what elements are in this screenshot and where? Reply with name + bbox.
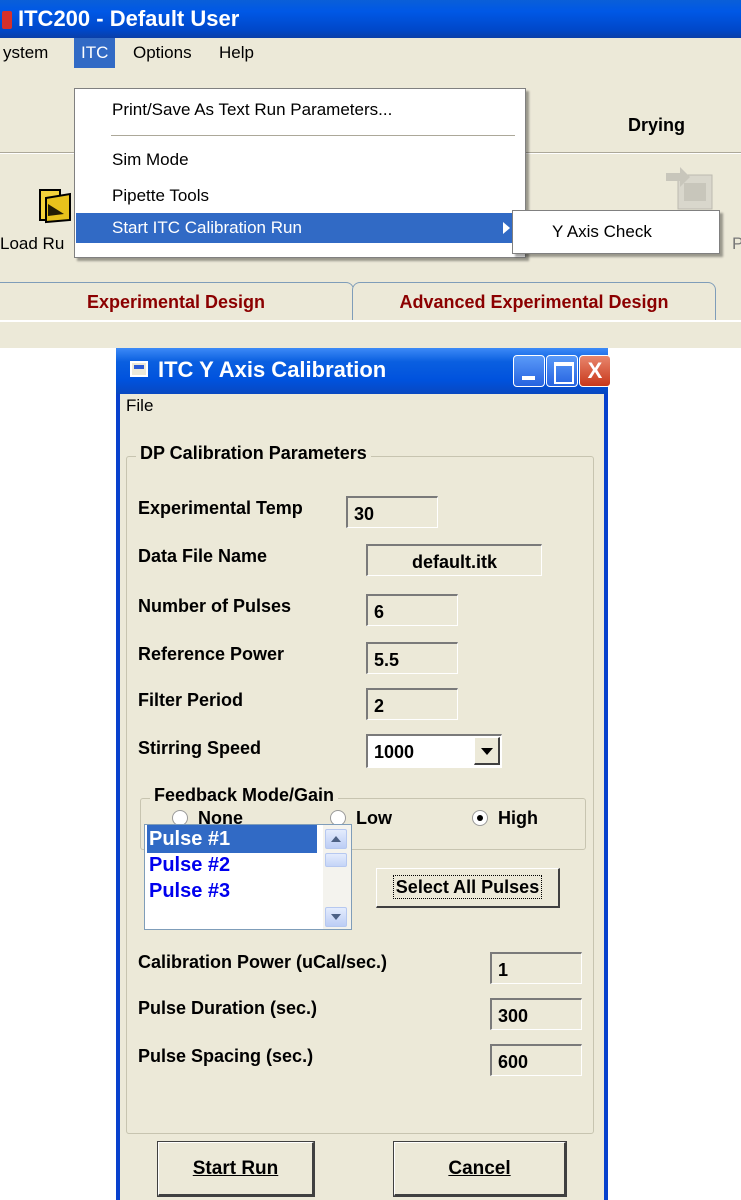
- menu-separator: [111, 135, 515, 136]
- list-item-pulse-1[interactable]: Pulse #1: [147, 825, 317, 853]
- group-title-dp-calibration: DP Calibration Parameters: [136, 443, 371, 464]
- tab-baseline: [0, 320, 741, 322]
- stirring-speed-value: 1000: [374, 742, 415, 762]
- list-item-pulse-2[interactable]: Pulse #2: [147, 851, 317, 879]
- menu-item-sim-mode[interactable]: Sim Mode: [76, 145, 524, 175]
- radio-low-label: Low: [356, 808, 392, 828]
- app-title-bar: ITC200 - Default User: [0, 0, 741, 38]
- dialog-title: ITC Y Axis Calibration: [158, 357, 387, 382]
- number-of-pulses-label: Number of Pulses: [138, 596, 292, 616]
- pulse-listbox[interactable]: Pulse #1 Pulse #2 Pulse #3: [144, 824, 352, 930]
- app-icon: [2, 11, 12, 29]
- radio-feedback-high[interactable]: High: [472, 808, 538, 829]
- main-app-window: ITC200 - Default User ystem ITC Options …: [0, 0, 741, 348]
- menu-itc[interactable]: ITC: [74, 38, 116, 68]
- data-file-name-label: Data File Name: [138, 546, 268, 566]
- calibration-submenu: Y Axis Check: [512, 210, 720, 254]
- reference-power-label: Reference Power: [138, 644, 285, 664]
- stirring-speed-dropdown[interactable]: 1000: [366, 734, 502, 768]
- calibration-power-field[interactable]: 1: [490, 952, 582, 984]
- minimize-button[interactable]: [513, 355, 545, 387]
- tab-advanced-experimental-design[interactable]: Advanced Experimental Design: [352, 282, 716, 320]
- menu-help[interactable]: Help: [212, 38, 261, 68]
- filter-period-label: Filter Period: [138, 690, 244, 710]
- experimental-temp-field[interactable]: 30: [346, 496, 438, 528]
- pulse-duration-label: Pulse Duration (sec.): [138, 998, 318, 1018]
- design-tab-bar: Experimental Design Advanced Experimenta…: [0, 282, 741, 322]
- tab-drying[interactable]: Drying: [628, 115, 685, 136]
- load-run-label[interactable]: Load Ru: [0, 234, 64, 254]
- cancel-label: Cancel: [448, 1158, 511, 1179]
- disabled-tool-icon: [666, 167, 713, 210]
- pulse-list-scrollbar[interactable]: [323, 825, 351, 929]
- scroll-down-icon[interactable]: [325, 907, 347, 927]
- scroll-up-icon[interactable]: [325, 829, 347, 849]
- menu-item-print-save-run-parameters[interactable]: Print/Save As Text Run Parameters...: [76, 95, 524, 125]
- chevron-down-icon[interactable]: [474, 737, 500, 765]
- itc-dropdown-menu: Print/Save As Text Run Parameters... Sim…: [74, 88, 526, 258]
- cancel-button[interactable]: Cancel: [394, 1142, 566, 1196]
- submenu-arrow-icon: [503, 222, 510, 234]
- radio-high-label: High: [498, 808, 538, 828]
- menu-item-pipette-tools[interactable]: Pipette Tools: [76, 181, 524, 211]
- menu-item-y-axis-check[interactable]: Y Axis Check: [514, 217, 718, 247]
- maximize-button[interactable]: [546, 355, 578, 387]
- tool-label-partial: P: [732, 234, 741, 253]
- dialog-window-icon: [130, 361, 148, 377]
- start-run-button[interactable]: Start Run: [158, 1142, 314, 1196]
- pulse-spacing-field[interactable]: 600: [490, 1044, 582, 1076]
- scroll-thumb[interactable]: [325, 853, 347, 867]
- close-button[interactable]: X: [579, 355, 611, 387]
- pulse-duration-field[interactable]: 300: [490, 998, 582, 1030]
- calibration-power-label: Calibration Power (uCal/sec.): [138, 952, 388, 972]
- dialog-menu-file[interactable]: File: [120, 396, 153, 416]
- menu-system[interactable]: ystem: [0, 38, 55, 68]
- feedback-mode-title: Feedback Mode/Gain: [150, 785, 339, 806]
- radio-high-icon: [472, 810, 488, 826]
- load-run-folder-icon[interactable]: [38, 184, 72, 224]
- filter-period-field[interactable]: 2: [366, 688, 458, 720]
- menu-item-start-itc-calibration-run[interactable]: Start ITC Calibration Run: [76, 213, 524, 243]
- menu-file-label: File: [126, 396, 154, 415]
- start-run-label: Start Run: [192, 1158, 279, 1179]
- app-title: ITC200 - Default User: [18, 6, 240, 31]
- stirring-speed-label: Stirring Speed: [138, 738, 262, 758]
- select-all-pulses-button[interactable]: Select All Pulses: [376, 868, 560, 908]
- pulse-spacing-label: Pulse Spacing (sec.): [138, 1046, 314, 1066]
- menu-bar: ystem ITC Options Help: [0, 38, 741, 68]
- dialog-title-bar: ITC Y Axis Calibration X: [116, 348, 611, 394]
- list-item-pulse-3[interactable]: Pulse #3: [147, 877, 317, 905]
- select-all-pulses-label: Select All Pulses: [392, 875, 543, 899]
- menu-item-start-itc-calibration-run-label: Start ITC Calibration Run: [112, 218, 302, 237]
- close-icon: X: [587, 358, 603, 383]
- menu-options[interactable]: Options: [126, 38, 199, 68]
- y-axis-calibration-dialog: ITC Y Axis Calibration X File DP Calibra…: [116, 348, 611, 1200]
- number-of-pulses-field[interactable]: 6: [366, 594, 458, 626]
- data-file-name-field: default.itk: [366, 544, 542, 576]
- experimental-temp-label: Experimental Temp: [138, 498, 303, 518]
- reference-power-field[interactable]: 5.5: [366, 642, 458, 674]
- tab-experimental-design[interactable]: Experimental Design: [0, 282, 354, 320]
